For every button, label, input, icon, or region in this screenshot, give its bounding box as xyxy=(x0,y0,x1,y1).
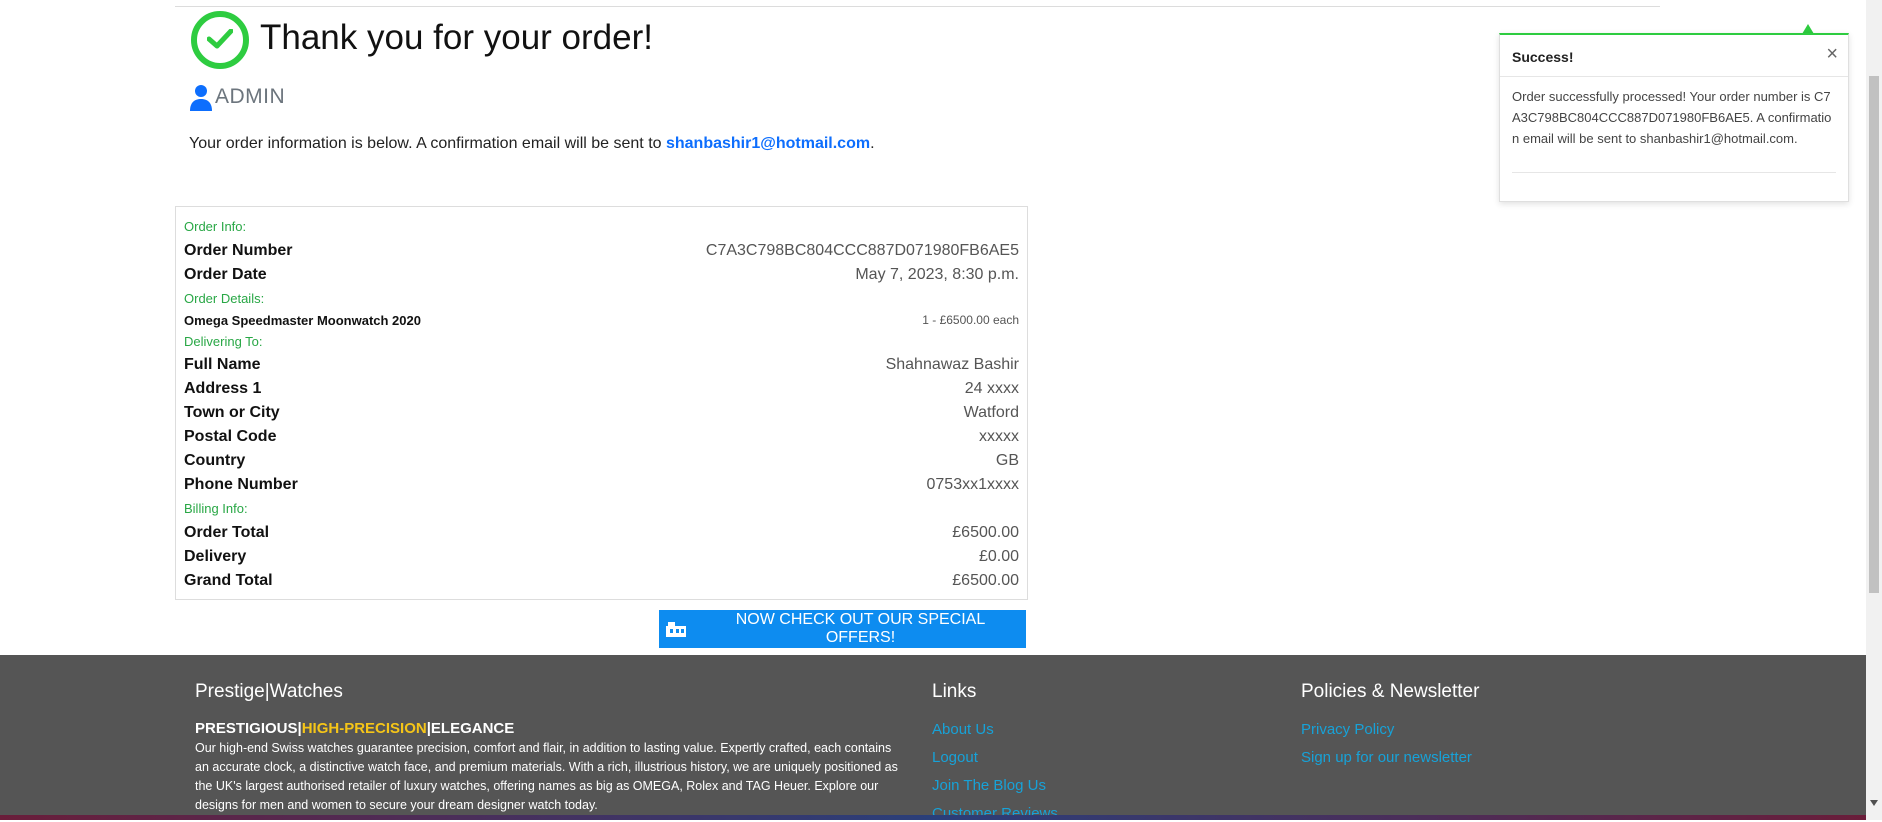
order-date-row: Order Date May 7, 2023, 8:30 p.m. xyxy=(184,264,1019,286)
section-billing-info: Billing Info: xyxy=(184,501,248,516)
success-toast: Success! × Order successfully processed!… xyxy=(1499,33,1849,202)
delivery-row: Phone Number 0753xx1xxxx xyxy=(184,474,1019,496)
section-order-details: Order Details: xyxy=(184,291,265,306)
site-footer: Prestige|Watches PRESTIGIOUS|HIGH-PRECIS… xyxy=(0,655,1866,822)
page-title: Thank you for your order! xyxy=(260,18,653,57)
order-item-row: Omega Speedmaster Moonwatch 2020 1 - £65… xyxy=(184,309,1019,331)
scrollbar-thumb[interactable] xyxy=(1869,76,1879,593)
toast-divider xyxy=(1500,76,1848,77)
delivery-value: Shahnawaz Bashir xyxy=(885,356,1019,373)
tagline-highlight: HIGH-PRECISION xyxy=(301,720,427,737)
user-icon xyxy=(190,85,212,111)
item-name: Omega Speedmaster Moonwatch 2020 xyxy=(184,312,421,328)
delivery-label: Address 1 xyxy=(184,380,262,397)
footer-link-privacy[interactable]: Privacy Policy xyxy=(1301,721,1394,738)
billing-row: Delivery £0.00 xyxy=(184,546,1019,568)
order-number-row: Order Number C7A3C798BC804CCC887D071980F… xyxy=(184,240,1019,262)
item-quantity: 1 - £6500.00 each xyxy=(922,313,1019,327)
footer-policies-title: Policies & Newsletter xyxy=(1301,681,1480,702)
delivery-value: 24 xxxx xyxy=(964,380,1019,397)
offers-icon xyxy=(666,622,686,637)
delivery-row: Country GB xyxy=(184,450,1019,472)
billing-value: £6500.00 xyxy=(952,524,1019,541)
special-offers-button[interactable]: NOW CHECK OUT OUR SPECIAL OFFERS! xyxy=(659,610,1026,648)
footer-description: Our high-end Swiss watches guarantee pre… xyxy=(195,741,898,812)
delivery-value: GB xyxy=(995,452,1019,469)
section-order-info: Order Info: xyxy=(184,219,247,234)
delivery-label: Full Name xyxy=(184,356,261,373)
scroll-down-icon[interactable] xyxy=(1870,800,1878,806)
billing-value: £0.00 xyxy=(978,548,1019,565)
tagline-part: PRESTIGIOUS| xyxy=(195,720,302,737)
order-info-text: Your order information is below. A confi… xyxy=(189,135,875,153)
order-summary-panel: Order Info: Order Number C7A3C798BC804CC… xyxy=(175,206,1028,600)
success-check-icon xyxy=(191,11,249,69)
billing-label: Delivery xyxy=(184,548,247,565)
special-offers-label: NOW CHECK OUT OUR SPECIAL OFFERS! xyxy=(735,611,986,646)
toast-message: Order successfully processed! Your order… xyxy=(1512,89,1832,146)
order-number-label: Order Number xyxy=(184,242,293,259)
footer-link-logout[interactable]: Logout xyxy=(932,749,978,766)
delivery-value: xxxxx xyxy=(979,428,1019,445)
billing-row: Grand Total £6500.00 xyxy=(184,570,1019,592)
close-icon[interactable]: × xyxy=(1826,43,1838,66)
username-label: ADMIN xyxy=(215,85,286,108)
tagline-part: |ELEGANCE xyxy=(426,720,515,737)
billing-row: Order Total £6500.00 xyxy=(184,522,1019,544)
delivery-label: Phone Number xyxy=(184,476,298,493)
footer-link-newsletter[interactable]: Sign up for our newsletter xyxy=(1301,749,1472,766)
footer-link-about[interactable]: About Us xyxy=(932,721,994,738)
delivery-label: Country xyxy=(184,452,246,469)
delivery-value: 0753xx1xxxx xyxy=(926,476,1020,493)
footer-links-title: Links xyxy=(932,681,977,702)
footer-tagline: PRESTIGIOUS|HIGH-PRECISION|ELEGANCE xyxy=(195,720,514,737)
delivery-value: Watford xyxy=(963,404,1019,421)
footer-bottom-bar xyxy=(0,815,1866,820)
footer-brand: Prestige|Watches xyxy=(195,681,343,702)
billing-label: Order Total xyxy=(184,524,270,541)
toast-divider xyxy=(1512,172,1836,173)
info-suffix: . xyxy=(870,135,875,152)
page-scrollbar[interactable] xyxy=(1866,0,1882,820)
delivery-row: Postal Code xxxxx xyxy=(184,426,1019,448)
email-link[interactable]: shanbashir1@hotmail.com xyxy=(666,135,870,152)
toast-title: Success! xyxy=(1512,49,1574,65)
order-date-value: May 7, 2023, 8:30 p.m. xyxy=(855,266,1019,283)
delivery-row: Address 1 24 xxxx xyxy=(184,378,1019,400)
order-number-value: C7A3C798BC804CCC887D071980FB6AE5 xyxy=(705,242,1019,259)
section-delivering-to: Delivering To: xyxy=(184,334,263,349)
footer-link-blog[interactable]: Join The Blog Us xyxy=(932,777,1046,794)
billing-label: Grand Total xyxy=(184,572,273,589)
delivery-label: Town or City xyxy=(184,404,280,421)
order-date-label: Order Date xyxy=(184,266,267,283)
delivery-row: Full Name Shahnawaz Bashir xyxy=(184,354,1019,376)
info-text: Your order information is below. A confi… xyxy=(189,135,666,152)
billing-value: £6500.00 xyxy=(952,572,1019,589)
delivery-row: Town or City Watford xyxy=(184,402,1019,424)
delivery-label: Postal Code xyxy=(184,428,277,445)
top-divider xyxy=(175,6,1660,7)
